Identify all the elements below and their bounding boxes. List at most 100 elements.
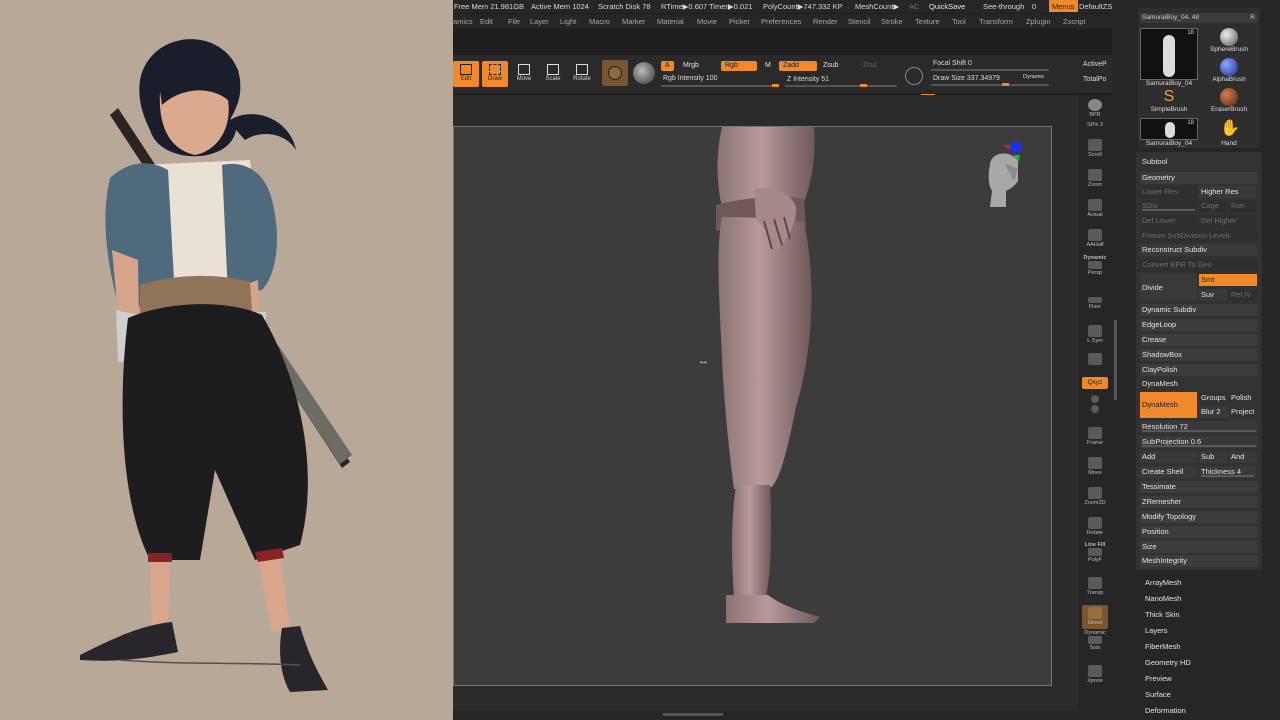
dynamesh-button[interactable]: DynaMesh	[1140, 392, 1197, 418]
zoom-button[interactable]: Zoom	[1082, 167, 1108, 191]
lock-button[interactable]	[1082, 351, 1108, 369]
color-picker-icon[interactable]	[633, 62, 655, 84]
tessimate-section[interactable]: Tessimate	[1140, 481, 1258, 493]
convert-bpr-button[interactable]: Convert BPR To Geo	[1140, 259, 1258, 271]
polish-toggle[interactable]: Polish	[1229, 392, 1257, 404]
size-section[interactable]: Size	[1140, 541, 1258, 553]
zoom3d-button[interactable]: Zoom3D	[1082, 485, 1108, 509]
menu-item-material[interactable]: Material	[657, 17, 684, 26]
lower-res-button[interactable]: Lower Res	[1140, 186, 1197, 198]
menu-item-zplugin[interactable]: Zplugin	[1026, 17, 1051, 26]
thick-skin-section[interactable]: Thick Skin	[1145, 610, 1180, 619]
dynamic-toggle[interactable]: Dynamic	[1023, 74, 1044, 80]
surface-section[interactable]: Surface	[1145, 690, 1171, 699]
hand-tool[interactable]: ✋ Hand	[1200, 118, 1258, 147]
position-section[interactable]: Position	[1140, 526, 1258, 538]
smt-toggle[interactable]: Smt	[1199, 274, 1257, 286]
layers-section[interactable]: Layers	[1145, 626, 1168, 635]
resolution-slider[interactable]: Resolution 72	[1140, 421, 1258, 433]
simple-brush[interactable]: S SimpleBrush	[1140, 88, 1198, 113]
bottom-shelf-handle[interactable]	[663, 713, 723, 716]
zremesher-section[interactable]: ZRemesher	[1140, 496, 1258, 508]
subprojection-slider[interactable]: SubProjection 0.6	[1140, 436, 1258, 448]
menu-item-picker[interactable]: Picker	[729, 17, 750, 26]
create-shell-button[interactable]: Create Shell	[1140, 466, 1197, 478]
actual-button[interactable]: Actual	[1082, 197, 1108, 221]
see-through-label[interactable]: See-through	[983, 2, 1024, 11]
menu-item-zscript[interactable]: Zscript	[1063, 17, 1086, 26]
fibermesh-section[interactable]: FiberMesh	[1145, 642, 1180, 651]
draw-button[interactable]: Draw	[482, 61, 508, 87]
draw-size-slider[interactable]	[931, 83, 1049, 86]
menu-item-layer[interactable]: Layer	[530, 17, 549, 26]
tool-thumb-samuraiboy[interactable]: 18 SamuraiBoy_04	[1140, 28, 1198, 87]
add-button[interactable]: Add	[1140, 451, 1197, 463]
arraymesh-section[interactable]: ArrayMesh	[1145, 578, 1181, 587]
dynamic-subdiv-section[interactable]: Dynamic Subdiv	[1140, 304, 1258, 316]
subtool-section[interactable]: Subtool	[1140, 156, 1258, 168]
sdiv-slider[interactable]: SDiv	[1140, 200, 1197, 212]
slider-handle[interactable]	[860, 84, 867, 87]
focal-shift-slider[interactable]	[931, 69, 1049, 71]
zcut-toggle[interactable]: Zcut	[859, 61, 881, 71]
floor-button[interactable]: Floor	[1082, 291, 1108, 315]
material-swatch[interactable]	[602, 60, 628, 86]
menus-toggle[interactable]: Menus	[1049, 0, 1078, 12]
rstr-button[interactable]: Rstr	[1229, 200, 1257, 212]
menu-item-stencil[interactable]: Stencil	[848, 17, 871, 26]
menu-item-stroke[interactable]: Stroke	[881, 17, 903, 26]
thickness-slider[interactable]: Thickness 4	[1199, 466, 1256, 478]
m-toggle[interactable]: M	[761, 61, 775, 71]
crease-section[interactable]: Crease	[1140, 334, 1258, 346]
reset-tool-button[interactable]: R	[1250, 13, 1255, 23]
quicksave-button[interactable]: QuickSave	[929, 2, 965, 11]
del-higher-button[interactable]: Del Higher	[1199, 215, 1256, 227]
rgb-intensity-slider[interactable]	[661, 84, 779, 87]
menu-item-amics[interactable]: amics	[453, 17, 473, 26]
preview-section[interactable]: Preview	[1145, 674, 1172, 683]
menu-item-light[interactable]: Light	[560, 17, 576, 26]
transp-button[interactable]: Transp	[1082, 575, 1108, 599]
scroll-button[interactable]: Scroll	[1082, 137, 1108, 161]
sphere-brush[interactable]: SphereBrush	[1200, 28, 1258, 53]
eraser-brush[interactable]: EraserBrush	[1200, 88, 1258, 113]
move-view-button[interactable]: Move	[1082, 455, 1108, 479]
meshintegrity-section[interactable]: MeshIntegrity	[1140, 555, 1258, 567]
aahalf-button[interactable]: AAHalf	[1082, 227, 1108, 251]
slider-handle[interactable]	[1002, 83, 1009, 86]
bpr-button[interactable]: BPR	[1082, 97, 1108, 121]
a-toggle[interactable]: A	[661, 61, 674, 71]
frame-button[interactable]: Frame	[1082, 425, 1108, 449]
persp-button[interactable]: Dynamic Persp	[1082, 255, 1108, 281]
slider-handle[interactable]	[772, 84, 779, 87]
rotate-button[interactable]: Rotate	[569, 61, 595, 87]
polyf-button[interactable]: Line Fill PolyF	[1082, 542, 1108, 568]
move-button[interactable]: Move	[511, 61, 537, 87]
cage-button[interactable]: Cage	[1199, 200, 1227, 212]
xpose-button[interactable]: Xpose	[1082, 663, 1108, 687]
groups-toggle[interactable]: Groups	[1199, 392, 1229, 404]
project-toggle[interactable]: Project	[1229, 406, 1257, 418]
rgb-toggle[interactable]: Rgb	[721, 61, 757, 71]
rotate-axis-button[interactable]	[1082, 393, 1108, 417]
current-tool-slider[interactable]: SamuraiBoy_04. 48 R	[1140, 13, 1258, 23]
alpha-brush[interactable]: AlphaBrush	[1200, 58, 1258, 83]
suv-toggle[interactable]: Suv	[1199, 289, 1227, 301]
rotate-view-button[interactable]: Rotate	[1082, 515, 1108, 539]
qxyz-button[interactable]: Qxyz	[1082, 377, 1108, 389]
scale-button[interactable]: Scale	[540, 61, 566, 87]
del-lower-button[interactable]: Del Lower	[1140, 215, 1197, 227]
mrgb-toggle[interactable]: Mrgb	[679, 61, 703, 71]
menu-item-marker[interactable]: Marker	[622, 17, 645, 26]
zsub-toggle[interactable]: Zsub	[819, 61, 843, 71]
menu-item-tool[interactable]: Tool	[952, 17, 966, 26]
dynamesh-section[interactable]: DynaMesh	[1140, 378, 1258, 390]
menu-item-render[interactable]: Render	[813, 17, 838, 26]
menu-item-movie[interactable]: Movie	[697, 17, 717, 26]
blur-slider[interactable]: Blur 2	[1199, 406, 1229, 418]
stroke-spiral-icon[interactable]	[905, 67, 923, 85]
zadd-toggle[interactable]: Zadd	[779, 61, 817, 71]
tray-scrollbar[interactable]	[1114, 320, 1117, 400]
spix-slider[interactable]: SPix 3	[1082, 122, 1108, 132]
higher-res-button[interactable]: Higher Res	[1199, 186, 1256, 198]
